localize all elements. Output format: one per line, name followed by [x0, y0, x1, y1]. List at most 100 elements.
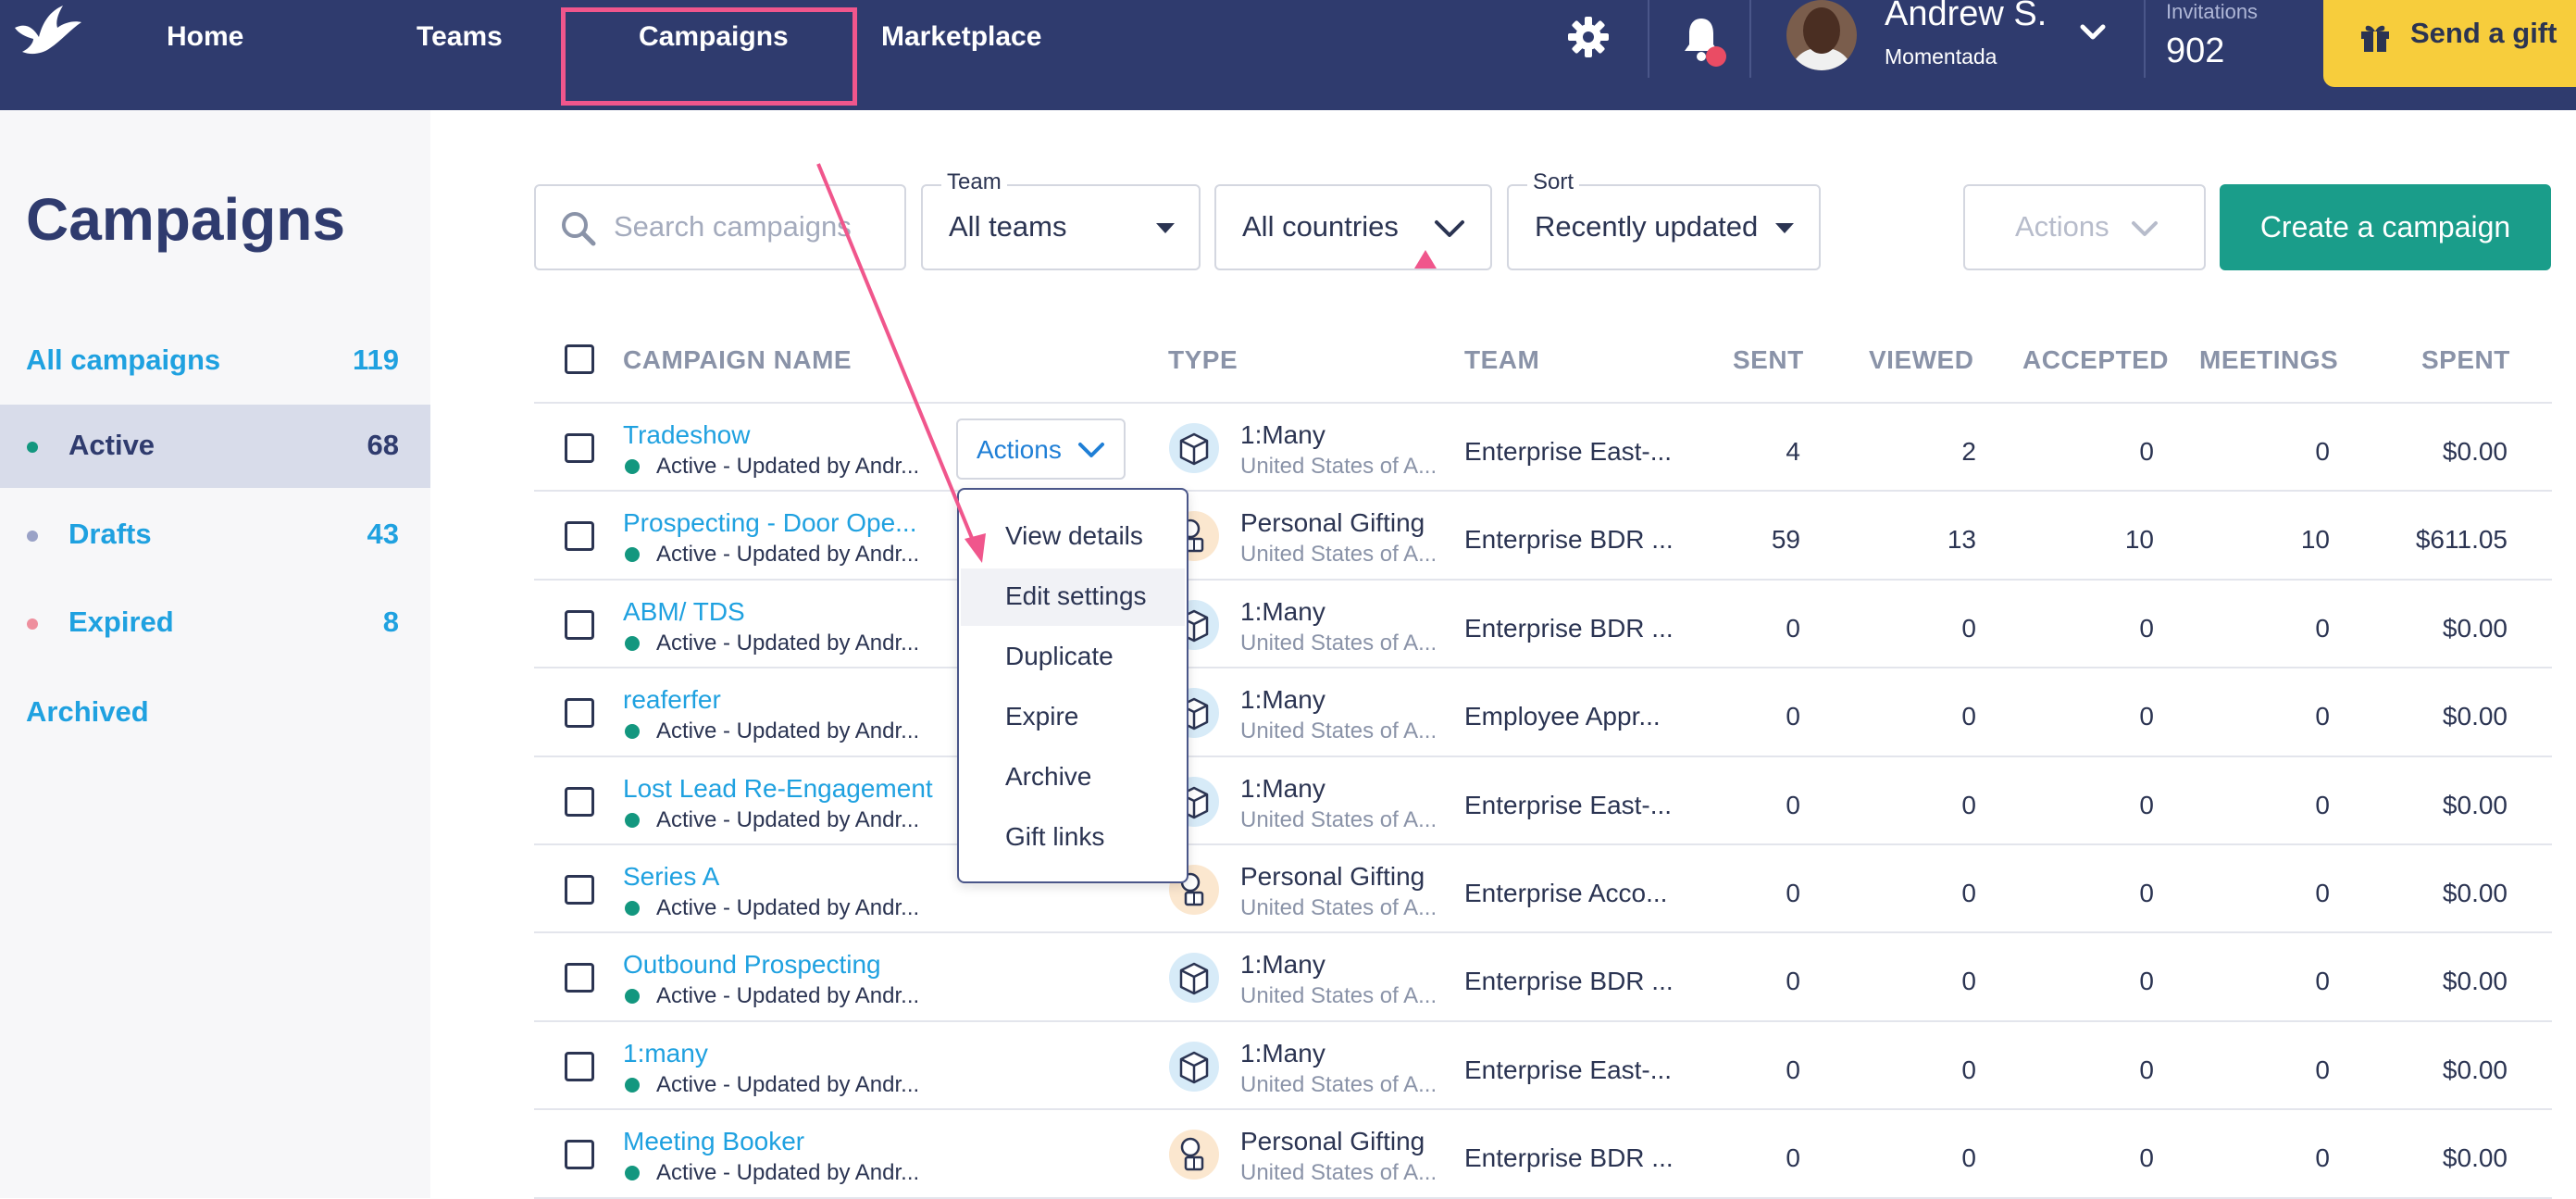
dove-logo-icon[interactable]	[9, 0, 83, 65]
row-divider	[534, 931, 2552, 934]
campaign-name-link[interactable]: reaferfer	[623, 685, 721, 715]
row-actions-button[interactable]: Actions	[956, 418, 1126, 480]
campaign-team: Enterprise BDR ...	[1464, 967, 1674, 996]
search-input[interactable]: Search campaigns	[614, 210, 852, 244]
sidebar-item-archived[interactable]: Archived	[0, 671, 430, 755]
campaign-name-link[interactable]: Prospecting - Door Ope...	[623, 508, 916, 538]
col-header-spent[interactable]: SPENT	[2421, 345, 2510, 375]
select-all-checkbox[interactable]	[565, 344, 594, 374]
campaign-type: 1:Many	[1240, 1038, 1325, 1068]
row-checkbox[interactable]	[565, 609, 594, 640]
sidebar-item-label: Active	[68, 429, 156, 461]
sidebar-item-all-campaigns[interactable]: All campaigns 119	[0, 319, 430, 403]
menu-item-view-details[interactable]: View details	[961, 508, 1185, 566]
col-header-meetings[interactable]: MEETINGS	[2199, 345, 2338, 375]
metric-spent: $0.00	[2442, 1055, 2508, 1084]
row-checkbox[interactable]	[565, 433, 594, 463]
country-select[interactable]: All countries	[1214, 184, 1492, 270]
metric-sent: 0	[1786, 790, 1800, 819]
page-title: Campaigns	[26, 186, 345, 253]
campaign-status: Active - Updated by Andr...	[656, 630, 920, 656]
gift-icon	[2361, 25, 2389, 52]
row-checkbox[interactable]	[565, 786, 594, 817]
send-gift-button[interactable]: Send a gift	[2323, 0, 2576, 87]
campaign-name-link[interactable]: Tradeshow	[623, 420, 750, 450]
status-dot	[625, 724, 640, 740]
status-dot	[27, 531, 38, 542]
metric-viewed: 2	[1961, 437, 1976, 466]
search-field[interactable]: Search campaigns	[534, 184, 906, 270]
campaign-status: Active - Updated by Andr...	[656, 1160, 920, 1186]
metric-accepted: 0	[2139, 1143, 2154, 1173]
campaign-team: Enterprise BDR ...	[1464, 613, 1674, 643]
campaign-name-link[interactable]: Meeting Booker	[623, 1127, 804, 1156]
col-header-sent[interactable]: SENT	[1733, 345, 1804, 375]
sidebar-item-active[interactable]: Active 68	[0, 405, 430, 488]
campaign-country: United States of A...	[1240, 895, 1437, 920]
sort-select[interactable]: Sort Recently updated	[1507, 169, 1821, 270]
nav-teams[interactable]: Teams	[417, 0, 503, 74]
metric-accepted: 0	[2139, 879, 2154, 907]
campaign-team: Enterprise BDR ...	[1464, 1143, 1674, 1173]
status-dot	[625, 635, 640, 651]
menu-item-edit-settings[interactable]: Edit settings	[961, 568, 1185, 626]
menu-item-archive[interactable]: Archive	[961, 749, 1185, 806]
campaign-name-link[interactable]: Series A	[623, 862, 719, 892]
user-name[interactable]: Andrew S.	[1885, 0, 2047, 34]
sidebar-item-drafts[interactable]: Drafts 43	[0, 493, 430, 577]
row-checkbox[interactable]	[565, 521, 594, 552]
row-checkbox[interactable]	[565, 1140, 594, 1170]
gear-icon[interactable]	[1566, 15, 1611, 59]
team-select-value: All teams	[949, 210, 1067, 243]
row-checkbox[interactable]	[565, 1051, 594, 1081]
row-checkbox[interactable]	[565, 963, 594, 993]
campaign-status: Active - Updated by Andr...	[656, 718, 920, 744]
campaign-country: United States of A...	[1240, 806, 1437, 832]
row-divider	[534, 490, 2552, 493]
menu-item-gift-links[interactable]: Gift links	[961, 809, 1185, 867]
campaign-name-link[interactable]: Outbound Prospecting	[623, 950, 881, 980]
row-checkbox[interactable]	[565, 698, 594, 729]
sidebar-item-count: 8	[382, 606, 399, 638]
col-header-viewed[interactable]: VIEWED	[1869, 345, 1973, 375]
col-header-name[interactable]: CAMPAIGN NAME	[623, 345, 852, 375]
metric-sent: 4	[1786, 437, 1800, 466]
metric-viewed: 13	[1947, 525, 1976, 555]
sidebar-item-expired[interactable]: Expired 8	[0, 581, 430, 665]
sidebar-item-label: All campaigns	[26, 343, 221, 376]
personal-gifting-icon	[1169, 1130, 1219, 1180]
col-header-type[interactable]: TYPE	[1168, 345, 1238, 375]
bulk-actions-button[interactable]: Actions	[1963, 184, 2206, 270]
team-select[interactable]: Team All teams	[921, 169, 1201, 270]
campaigns-highlight-box	[561, 7, 857, 106]
status-dot	[27, 618, 38, 630]
campaign-type: 1:Many	[1240, 596, 1325, 626]
metric-spent: $0.00	[2442, 879, 2508, 907]
sidebar-item-count: 43	[367, 518, 399, 550]
menu-item-duplicate[interactable]: Duplicate	[961, 629, 1185, 686]
col-header-team[interactable]: TEAM	[1464, 345, 1539, 375]
user-org: Momentada	[1885, 44, 1997, 69]
nav-home[interactable]: Home	[167, 0, 243, 74]
row-checkbox[interactable]	[565, 875, 594, 905]
metric-accepted: 0	[2139, 613, 2154, 643]
create-campaign-button[interactable]: Create a campaign	[2220, 184, 2551, 270]
menu-item-expire[interactable]: Expire	[961, 689, 1185, 746]
invitations-label: Invitations	[2166, 0, 2259, 23]
campaign-status: Active - Updated by Andr...	[656, 806, 920, 832]
col-header-accepted[interactable]: ACCEPTED	[2022, 345, 2169, 375]
campaign-name-link[interactable]: Lost Lead Re-Engagement	[623, 774, 933, 804]
metric-sent: 0	[1786, 967, 1800, 996]
metric-accepted: 0	[2139, 967, 2154, 996]
sidebar-item-label: Expired	[68, 606, 174, 638]
chevron-down-icon[interactable]	[2079, 22, 2107, 43]
avatar[interactable]	[1786, 0, 1857, 70]
nav-marketplace[interactable]: Marketplace	[881, 0, 1041, 74]
campaign-type: 1:Many	[1240, 685, 1325, 715]
chevron-down-icon	[1435, 220, 1464, 237]
nav-divider	[2144, 0, 2146, 78]
campaign-name-link[interactable]: 1:many	[623, 1039, 708, 1068]
bulk-actions-label: Actions	[2015, 210, 2109, 243]
campaign-name-link[interactable]: ABM/ TDS	[623, 597, 745, 627]
campaign-country: United States of A...	[1240, 630, 1437, 656]
